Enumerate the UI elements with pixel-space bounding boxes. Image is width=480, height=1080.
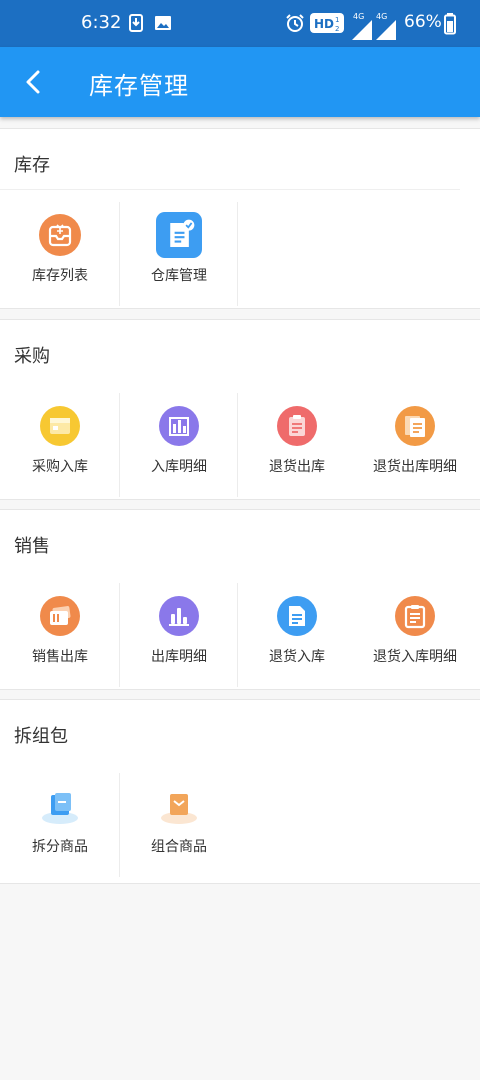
menu-item-out-detail[interactable]: 出库明细 — [120, 571, 238, 698]
download-icon — [129, 14, 143, 32]
menu-item-return-out[interactable]: 退货出库 — [238, 381, 356, 508]
svg-text:1: 1 — [335, 16, 339, 24]
signal-icon — [352, 20, 372, 40]
return-out-icon — [277, 406, 317, 446]
inventory-list-icon — [39, 214, 81, 256]
menu-item-return-in-detail[interactable]: 退货入库明细 — [356, 571, 474, 698]
battery-icon — [444, 13, 456, 35]
menu-grid: 销售出库 出库明细 退货入库 退货入库明细 — [0, 571, 480, 698]
menu-item-in-detail[interactable]: 入库明细 — [120, 381, 238, 508]
page-title: 库存管理 — [89, 72, 189, 100]
svg-text:2: 2 — [335, 25, 339, 33]
menu-item-label: 采购入库 — [32, 459, 88, 475]
warehouse-manage-icon — [156, 212, 202, 258]
section-title: 拆组包 — [14, 726, 68, 747]
sales-out-icon — [40, 596, 80, 636]
svg-text:HD: HD — [314, 17, 334, 31]
status-time: 6:32 — [81, 12, 122, 33]
battery-percent: 66% — [404, 12, 442, 32]
out-detail-icon — [159, 596, 199, 636]
split-goods-icon — [42, 793, 78, 824]
menu-item-label: 入库明细 — [151, 459, 207, 475]
menu-item-label: 退货入库明细 — [373, 649, 457, 665]
return-out-detail-icon — [395, 406, 435, 446]
in-detail-icon — [159, 406, 199, 446]
menu-item-split-goods[interactable]: 拆分商品 — [1, 761, 119, 888]
section-sales: 销售 销售出库 出库明细 退货入库 退货入库明细 — [0, 509, 480, 690]
menu-item-label: 拆分商品 — [32, 839, 88, 855]
section-purchase: 采购 采购入库 入库明细 退货出库 退货出库明细 — [0, 319, 480, 500]
section-title: 销售 — [14, 536, 50, 557]
menu-item-label: 组合商品 — [151, 839, 207, 855]
menu-item-label: 出库明细 — [151, 649, 207, 665]
return-in-icon — [277, 596, 317, 636]
alarm-icon — [286, 14, 304, 32]
return-in-detail-icon — [395, 596, 435, 636]
status-bar: 6:32 HD 1 2 4G 4G 66% — [0, 0, 480, 47]
menu-grid: 拆分商品 组合商品 — [0, 761, 480, 888]
menu-grid: 库存列表 仓库管理 — [0, 190, 480, 310]
menu-item-label: 仓库管理 — [151, 268, 207, 284]
menu-item-label: 退货入库 — [269, 649, 325, 665]
menu-item-label: 销售出库 — [32, 649, 88, 665]
divider — [237, 202, 238, 306]
menu-item-combine-goods[interactable]: 组合商品 — [120, 761, 238, 888]
purchase-in-icon — [40, 406, 80, 446]
menu-item-return-out-detail[interactable]: 退货出库明细 — [356, 381, 474, 508]
hd-icon: HD 1 2 — [310, 13, 344, 33]
section-title: 库存 — [14, 155, 50, 176]
image-icon — [155, 16, 171, 30]
section-inventory: 库存 库存列表 仓库管理 — [0, 128, 480, 309]
menu-item-label: 库存列表 — [32, 268, 88, 284]
chevron-left-icon[interactable] — [18, 66, 50, 98]
signal-icon-2 — [376, 20, 396, 40]
menu-item-purchase-in[interactable]: 采购入库 — [1, 381, 119, 508]
app-bar: 库存管理 — [0, 47, 480, 117]
menu-item-return-in[interactable]: 退货入库 — [238, 571, 356, 698]
menu-item-warehouse-manage[interactable]: 仓库管理 — [120, 190, 238, 317]
menu-item-inventory-list[interactable]: 库存列表 — [1, 190, 119, 317]
section-pack: 拆组包 拆分商品 组合商品 — [0, 699, 480, 884]
menu-item-sales-out[interactable]: 销售出库 — [1, 571, 119, 698]
section-title: 采购 — [14, 346, 50, 367]
menu-item-label: 退货出库明细 — [373, 459, 457, 475]
menu-item-label: 退货出库 — [269, 459, 325, 475]
menu-grid: 采购入库 入库明细 退货出库 退货出库明细 — [0, 381, 480, 508]
combine-goods-icon — [161, 794, 197, 824]
